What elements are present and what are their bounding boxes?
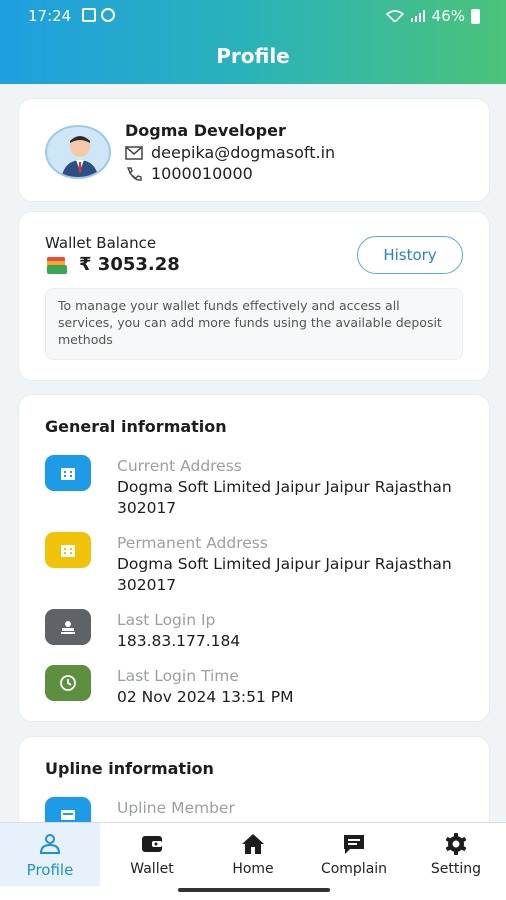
page-title: Profile — [216, 44, 290, 68]
person-icon — [39, 834, 61, 854]
nav-complain-label: Complain — [320, 861, 388, 877]
nav-wallet[interactable]: Wallet — [102, 823, 202, 887]
system-icons: 46% — [385, 7, 480, 25]
wallet-card: Wallet Balance ₹ 3053.28 History To mana… — [18, 211, 490, 381]
history-button[interactable]: History — [357, 236, 463, 274]
nav-setting[interactable]: Setting — [406, 823, 506, 887]
wallet-amount-row: ₹ 3053.28 — [45, 254, 180, 275]
wallet-icon — [142, 836, 162, 852]
profile-phone: 1000010000 — [151, 164, 253, 183]
mail-icon — [125, 145, 143, 160]
current-address-value: Dogma Soft Limited Jaipur Jaipur Rajasth… — [117, 478, 452, 517]
home-indicator[interactable] — [178, 888, 330, 892]
home-icon — [242, 834, 264, 854]
nav-home-label: Home — [232, 861, 274, 877]
last-login-ip-label: Last Login Ip — [117, 611, 216, 629]
profile-email: deepika@dogmasoft.in — [151, 143, 336, 162]
nav-setting-label: Setting — [430, 861, 482, 877]
status-time: 17:24 — [28, 7, 72, 25]
wallet-icon — [47, 256, 67, 274]
wallet-note: To manage your wallet funds effectively … — [45, 288, 463, 360]
stamp-icon — [45, 609, 91, 645]
status-bar: 17:24 46% — [0, 0, 506, 32]
upline-member-label: Upline Member — [117, 799, 235, 817]
battery-percent: 46% — [431, 7, 465, 25]
profile-name: Dogma Developer — [125, 121, 286, 140]
nav-wallet-label: Wallet — [130, 861, 174, 877]
avatar[interactable] — [45, 125, 111, 179]
app-header: 17:24 46% Profile — [0, 0, 506, 84]
general-info-title: General information — [45, 417, 227, 436]
building-icon — [45, 532, 91, 568]
notification-icons — [82, 8, 115, 22]
gear-icon — [445, 833, 467, 855]
last-login-time-label: Last Login Time — [117, 667, 239, 685]
profile-card: Dogma Developer deepika@dogmasoft.in 100… — [18, 98, 490, 202]
chat-icon — [344, 835, 364, 854]
upline-info-title: Upline information — [45, 759, 214, 778]
battery-icon — [471, 8, 480, 24]
last-login-time-value: 02 Nov 2024 13:51 PM — [117, 688, 294, 706]
bottom-nav: Profile Wallet Home Complain Setting — [0, 822, 506, 887]
permanent-address-label: Permanent Address — [117, 534, 268, 552]
wifi-icon — [385, 10, 404, 22]
wallet-label: Wallet Balance — [45, 234, 157, 252]
permanent-address-value: Dogma Soft Limited Jaipur Jaipur Rajasth… — [117, 555, 452, 594]
clock-icon — [45, 665, 91, 701]
signal-icon — [410, 10, 425, 22]
person-avatar-icon — [61, 136, 99, 177]
last-login-ip-value: 183.83.177.184 — [117, 632, 241, 650]
current-address-label: Current Address — [117, 457, 242, 475]
profile-email-row: deepika@dogmasoft.in — [125, 143, 335, 162]
nav-home[interactable]: Home — [203, 823, 303, 887]
whatsapp-icon — [101, 8, 115, 22]
profile-phone-row: 1000010000 — [125, 164, 253, 183]
nav-profile[interactable]: Profile — [0, 823, 100, 887]
building-icon — [45, 455, 91, 491]
gallery-icon — [82, 8, 96, 22]
general-info-card: General information Current Address Dogm… — [18, 394, 490, 722]
phone-icon — [126, 166, 142, 181]
wallet-balance: ₹ 3053.28 — [79, 254, 180, 275]
nav-profile-label: Profile — [26, 861, 74, 879]
nav-complain[interactable]: Complain — [304, 823, 404, 887]
